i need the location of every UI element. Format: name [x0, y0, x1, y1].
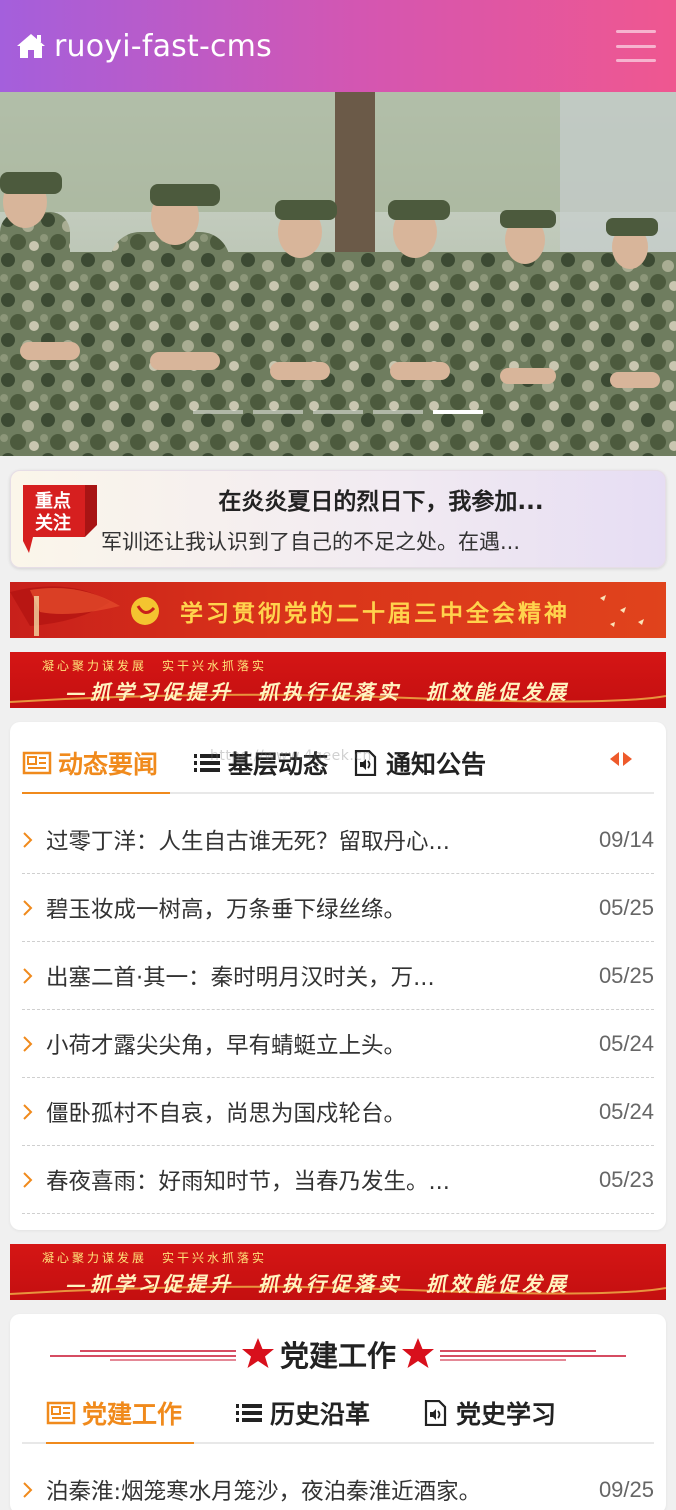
list-item[interactable]: 小荷才露尖尖角，早有蜻蜓立上头。 05/24	[22, 1010, 654, 1078]
news-date: 05/25	[598, 894, 654, 920]
carousel-dot[interactable]	[313, 410, 363, 414]
banner-big-text: —抓学习促提升 抓执行促落实 抓效能促发展	[66, 680, 570, 704]
chevron-right-icon	[23, 1171, 33, 1188]
party-tabs: 党建工作 历史沿革 党史学习	[22, 1384, 654, 1444]
news-tabs: 动态要闻 基层动态 通知公告 https://www.4geek.cn	[22, 722, 654, 794]
list-item[interactable]: 碧玉妆成一树高，万条垂下绿丝绦。 05/25	[22, 874, 654, 942]
party-card: 党建工作 党建工作 历史沿革 党史学习 泊秦淮:烟笼寒水月笼沙，夜泊秦淮近酒家。…	[10, 1314, 666, 1510]
tab-notices-label: 通知公告	[386, 750, 487, 779]
focus-desc: 军训还让我认识到了自己的不足之处。在遇...	[101, 530, 521, 554]
tab-history[interactable]: 历史沿革	[234, 1383, 370, 1443]
list-item[interactable]: 泊秦淮:烟笼寒水月笼沙，夜泊秦淮近酒家。 09/25	[22, 1456, 654, 1510]
focus-badge-line1: 重点	[35, 490, 71, 512]
news-title[interactable]: 小荷才露尖尖角，早有蜻蜓立上头。	[46, 1028, 599, 1060]
chevron-right-icon	[23, 831, 33, 848]
list-icon	[236, 1404, 263, 1422]
party-section-title: 党建工作	[279, 1339, 396, 1373]
news-list: 过零丁洋：人生自古谁无死？留取丹心... 09/14 碧玉妆成一树高，万条垂下绿…	[22, 806, 654, 1214]
decor-lines-left	[49, 1350, 236, 1361]
tab-history-label: 历史沿革	[270, 1400, 371, 1429]
news-date: 09/25	[598, 1477, 654, 1502]
newspaper-icon	[46, 1401, 76, 1425]
chevron-right-icon	[23, 967, 33, 984]
news-date: 05/24	[598, 1030, 654, 1056]
chevron-right-icon	[23, 1035, 33, 1052]
chevron-right-icon	[23, 1103, 33, 1120]
news-title[interactable]: 泊秦淮:烟笼寒水月笼沙，夜泊秦淮近酒家。	[46, 1474, 599, 1506]
list-item[interactable]: 出塞二首·其一：秦时明月汉时关，万... 05/25	[22, 942, 654, 1010]
carousel-image	[0, 92, 676, 456]
party-list: 泊秦淮:烟笼寒水月笼沙，夜泊秦淮近酒家。 09/25	[22, 1456, 654, 1510]
carousel-dot-active[interactable]	[433, 410, 483, 414]
chevron-right-icon	[23, 899, 33, 916]
arrow-left-icon[interactable]	[610, 752, 619, 766]
star-icon	[241, 1338, 274, 1368]
home-icon	[17, 34, 45, 58]
carousel-indicators	[193, 410, 483, 414]
tab-party-work-label: 党建工作	[82, 1400, 183, 1429]
carousel-dot[interactable]	[373, 410, 423, 414]
news-title[interactable]: 春夜喜雨：好雨知时节，当春乃发生。...	[46, 1164, 599, 1196]
focus-title[interactable]: 在炎炎夏日的烈日下，我参加...	[101, 482, 661, 516]
news-date: 05/25	[598, 962, 654, 988]
party-header: 党建工作	[22, 1314, 654, 1384]
news-title[interactable]: 僵卧孤村不自哀，尚思为国戍轮台。	[46, 1096, 599, 1128]
document-audio-icon	[424, 1400, 447, 1426]
news-date: 05/24	[598, 1098, 654, 1124]
list-item[interactable]: 过零丁洋：人生自古谁无死？留取丹心... 09/14	[22, 806, 654, 874]
news-date: 09/14	[598, 826, 654, 852]
tab-party-history[interactable]: 党史学习	[420, 1383, 556, 1443]
site-title: ruoyi-fast-cms	[54, 28, 272, 64]
work-slogan-banner-2[interactable]: 凝心聚力谋发展 实干兴水抓落实 —抓学习促提升 抓执行促落实 抓效能促发展	[10, 1244, 666, 1300]
hamburger-menu-icon[interactable]	[614, 28, 658, 64]
arrow-right-icon[interactable]	[623, 752, 632, 766]
news-title[interactable]: 碧玉妆成一树高，万条垂下绿丝绦。	[46, 892, 599, 924]
work-slogan-banner[interactable]: 凝心聚力谋发展 实干兴水抓落实 —抓学习促提升 抓执行促落实 抓效能促发展	[10, 652, 666, 708]
tab-party-history-label: 党史学习	[456, 1400, 557, 1429]
tab-news[interactable]: 动态要闻	[22, 734, 171, 794]
watermark: https://www.4geek.cn	[210, 748, 372, 764]
top-navbar: ruoyi-fast-cms	[0, 0, 676, 92]
tab-news-label: 动态要闻	[58, 750, 159, 779]
brand-link[interactable]: ruoyi-fast-cms	[16, 29, 272, 64]
news-title[interactable]: 过零丁洋：人生自古谁无死？留取丹心...	[46, 824, 599, 856]
news-title[interactable]: 出塞二首·其一：秦时明月汉时关，万...	[46, 960, 599, 992]
carousel-dot[interactable]	[253, 410, 303, 414]
hero-carousel[interactable]	[0, 92, 676, 456]
list-item[interactable]: 僵卧孤村不自哀，尚思为国戍轮台。 05/24	[22, 1078, 654, 1146]
banner-small-text: 凝心聚力谋发展 实干兴水抓落实	[42, 1251, 268, 1265]
news-date: 05/23	[598, 1166, 654, 1192]
focus-badge-line2: 关注	[35, 512, 71, 534]
banner-small-text: 凝心聚力谋发展 实干兴水抓落实	[42, 659, 268, 673]
carousel-dot[interactable]	[193, 410, 243, 414]
focus-badge: 重点 关注	[23, 485, 97, 553]
focus-card[interactable]: 重点 关注 在炎炎夏日的烈日下，我参加... 军训还让我认识到了自己的不足之处。…	[10, 470, 666, 568]
banner-big-text: —抓学习促提升 抓执行促落实 抓效能促发展	[66, 1272, 570, 1296]
chevron-right-icon	[23, 1482, 33, 1498]
list-item[interactable]: 春夜喜雨：好雨知时节，当春乃发生。... 05/23	[22, 1146, 654, 1214]
decor-lines-right	[440, 1350, 626, 1361]
party-spirit-banner[interactable]: 学习贯彻党的二十届三中全会精神	[10, 582, 666, 638]
tab-scroll-arrows[interactable]	[610, 752, 632, 766]
tab-party-work[interactable]: 党建工作	[46, 1384, 195, 1444]
banner-slogan: 学习贯彻党的二十届三中全会精神	[180, 600, 570, 627]
news-card: 动态要闻 基层动态 通知公告 https://www.4geek.cn 过零丁洋…	[10, 722, 666, 1230]
newspaper-icon	[22, 751, 52, 775]
star-icon	[402, 1338, 434, 1368]
